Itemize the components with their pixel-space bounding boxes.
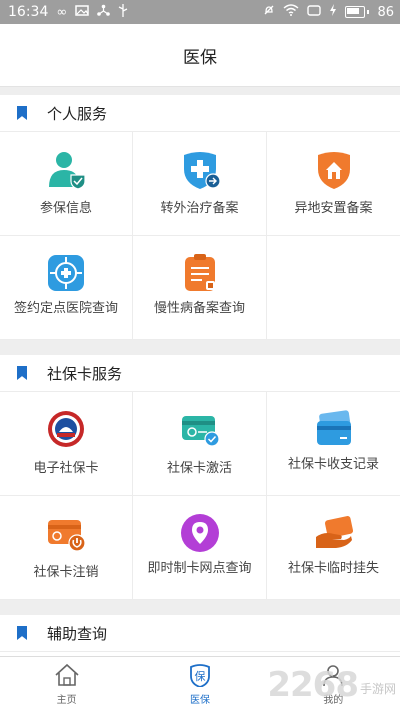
page-title: 医保 <box>183 47 217 68</box>
tab-home[interactable]: 主页 <box>0 657 133 712</box>
section-personal-services: 个人服务 参保信息 转外治疗备案 异地安置备案 签约定点医院查询 慢性病备案查询 <box>0 95 400 340</box>
service-transfer-treatment[interactable]: 转外治疗备案 <box>133 132 267 236</box>
bookmark-icon <box>17 366 27 380</box>
section-title: 个人服务 <box>47 104 108 123</box>
wifi-icon <box>283 4 299 20</box>
share-icon <box>97 4 111 20</box>
service-card-records[interactable]: 社保卡收支记录 <box>267 392 400 496</box>
status-bar: 16:34 ∞ 86 <box>0 0 400 24</box>
tab-label: 主页 <box>56 695 77 706</box>
service-instant-card-outlets[interactable]: 即时制卡网点查询 <box>133 496 267 600</box>
charging-icon <box>329 4 337 20</box>
clipboard-icon <box>180 253 220 293</box>
battery-level: 86 <box>377 4 394 20</box>
usb-icon <box>118 3 128 21</box>
service-relocation-filing[interactable]: 异地安置备案 <box>267 132 400 236</box>
service-label: 社保卡注销 <box>33 565 99 580</box>
service-insurance-info[interactable]: 参保信息 <box>0 132 133 236</box>
watermark-text: 手游网 <box>359 682 396 696</box>
social-security-emblem-icon <box>46 409 86 449</box>
watermark-number: 2268 <box>267 665 359 705</box>
service-label: 社保卡临时挂失 <box>287 561 379 576</box>
site-watermark: 2268 手游网 <box>267 665 396 705</box>
house-shield-icon <box>314 149 354 189</box>
home-icon <box>54 663 80 687</box>
bao-badge-icon: 保 <box>188 663 212 688</box>
medical-shield-transfer-icon <box>180 149 220 189</box>
service-label: 参保信息 <box>39 201 92 216</box>
section-title: 辅助查询 <box>47 624 108 643</box>
service-label: 慢性病备案查询 <box>153 301 245 316</box>
section-card-services: 社保卡服务 电子社保卡 社保卡激活 社保卡收支记录 社保卡注销 即时制卡网点查询… <box>0 355 400 600</box>
service-label: 电子社保卡 <box>33 461 99 476</box>
service-label: 即时制卡网点查询 <box>147 561 252 576</box>
hospital-locate-icon <box>46 253 86 293</box>
service-card-activation[interactable]: 社保卡激活 <box>133 392 267 496</box>
bookmark-icon <box>17 626 27 640</box>
service-label: 社保卡收支记录 <box>287 457 379 472</box>
user-shield-icon <box>46 149 86 189</box>
service-e-social-card[interactable]: 电子社保卡 <box>0 392 133 496</box>
bookmark-icon <box>17 106 27 120</box>
service-label: 异地安置备案 <box>294 201 373 216</box>
app-header: 医保 <box>0 24 400 87</box>
service-card-report-loss[interactable]: 社保卡临时挂失 <box>267 496 400 600</box>
service-hospital-query[interactable]: 签约定点医院查询 <box>0 236 133 340</box>
empty-cell <box>267 236 400 340</box>
status-time: 16:34 <box>8 4 49 20</box>
image-icon <box>75 4 89 20</box>
service-label: 社保卡激活 <box>166 461 232 476</box>
svg-text:保: 保 <box>194 669 205 683</box>
tab-label: 医保 <box>189 695 210 706</box>
screen-icon <box>307 4 322 20</box>
infinity-icon: ∞ <box>56 4 68 20</box>
hand-card-icon <box>314 513 354 553</box>
service-chronic-disease-query[interactable]: 慢性病备案查询 <box>133 236 267 340</box>
card-check-icon <box>180 409 220 449</box>
section-auxiliary-query: 辅助查询 <box>0 615 400 656</box>
battery-icon <box>345 6 366 18</box>
service-label: 签约定点医院查询 <box>13 301 118 316</box>
location-pin-icon <box>180 513 220 553</box>
tab-medical-insurance[interactable]: 保 医保 <box>133 657 266 712</box>
card-power-icon <box>46 513 86 553</box>
mute-icon <box>263 4 275 20</box>
service-card-cancellation[interactable]: 社保卡注销 <box>0 496 133 600</box>
section-title: 社保卡服务 <box>47 364 123 383</box>
service-label: 转外治疗备案 <box>160 201 239 216</box>
cards-record-icon <box>314 409 354 449</box>
